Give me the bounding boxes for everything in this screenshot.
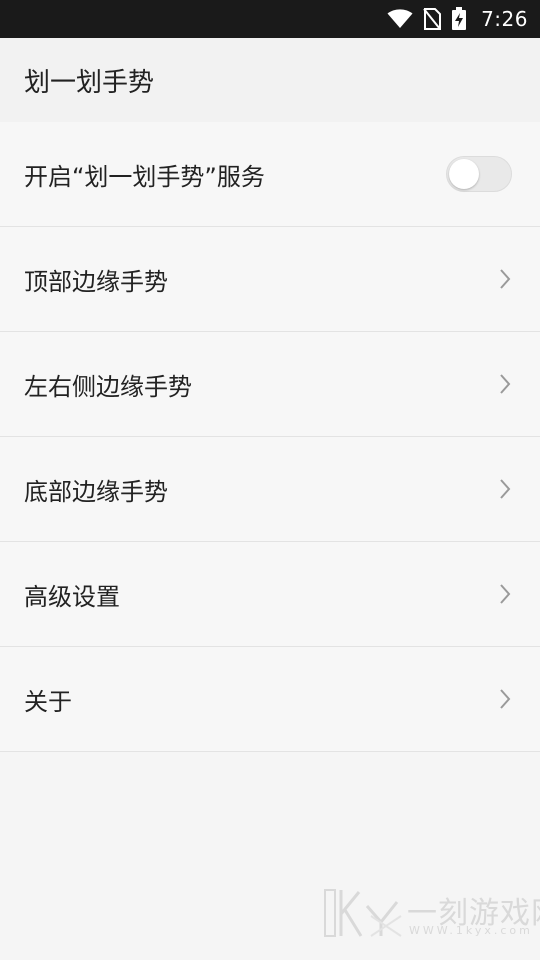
settings-item-label: 左右侧边缘手势 bbox=[24, 372, 192, 401]
toggle-knob bbox=[449, 159, 479, 189]
settings-item-advanced[interactable]: 高级设置 bbox=[0, 542, 540, 647]
app-header: 划一划手势 bbox=[0, 38, 540, 122]
settings-item-about[interactable]: 关于 bbox=[0, 647, 540, 752]
watermark-url: WWW.1kyx.com bbox=[409, 924, 533, 937]
chevron-right-icon bbox=[498, 583, 512, 605]
watermark: 一刻游戏网 WWW.1kyx.com bbox=[323, 888, 540, 940]
settings-item-label: 高级设置 bbox=[24, 582, 120, 611]
settings-item-bottom-edge-gesture[interactable]: 底部边缘手势 bbox=[0, 437, 540, 542]
service-toggle-switch[interactable] bbox=[446, 156, 512, 192]
service-toggle-row[interactable]: 开启“划一划手势”服务 bbox=[0, 122, 540, 227]
settings-item-label: 关于 bbox=[24, 687, 72, 716]
settings-item-top-edge-gesture[interactable]: 顶部边缘手势 bbox=[0, 227, 540, 332]
chevron-right-icon bbox=[498, 268, 512, 290]
settings-item-side-edge-gesture[interactable]: 左右侧边缘手势 bbox=[0, 332, 540, 437]
battery-charging-icon bbox=[451, 7, 467, 31]
watermark-logo bbox=[324, 889, 402, 937]
screen: 7:26 划一划手势 开启“划一划手势”服务 顶部边缘手势 左右侧边缘手势 底部… bbox=[0, 0, 540, 960]
service-toggle-label: 开启“划一划手势”服务 bbox=[24, 162, 265, 191]
page-title: 划一划手势 bbox=[24, 67, 155, 98]
chevron-right-icon bbox=[498, 478, 512, 500]
chevron-right-icon bbox=[498, 373, 512, 395]
settings-item-label: 顶部边缘手势 bbox=[24, 267, 168, 296]
status-bar: 7:26 bbox=[0, 0, 540, 38]
no-sim-icon bbox=[423, 8, 442, 30]
settings-list: 开启“划一划手势”服务 顶部边缘手势 左右侧边缘手势 底部边缘手势 高级设置 关… bbox=[0, 122, 540, 752]
settings-item-label: 底部边缘手势 bbox=[24, 477, 168, 506]
chevron-right-icon bbox=[498, 688, 512, 710]
status-time: 7:26 bbox=[481, 7, 528, 31]
wifi-icon bbox=[387, 9, 413, 29]
